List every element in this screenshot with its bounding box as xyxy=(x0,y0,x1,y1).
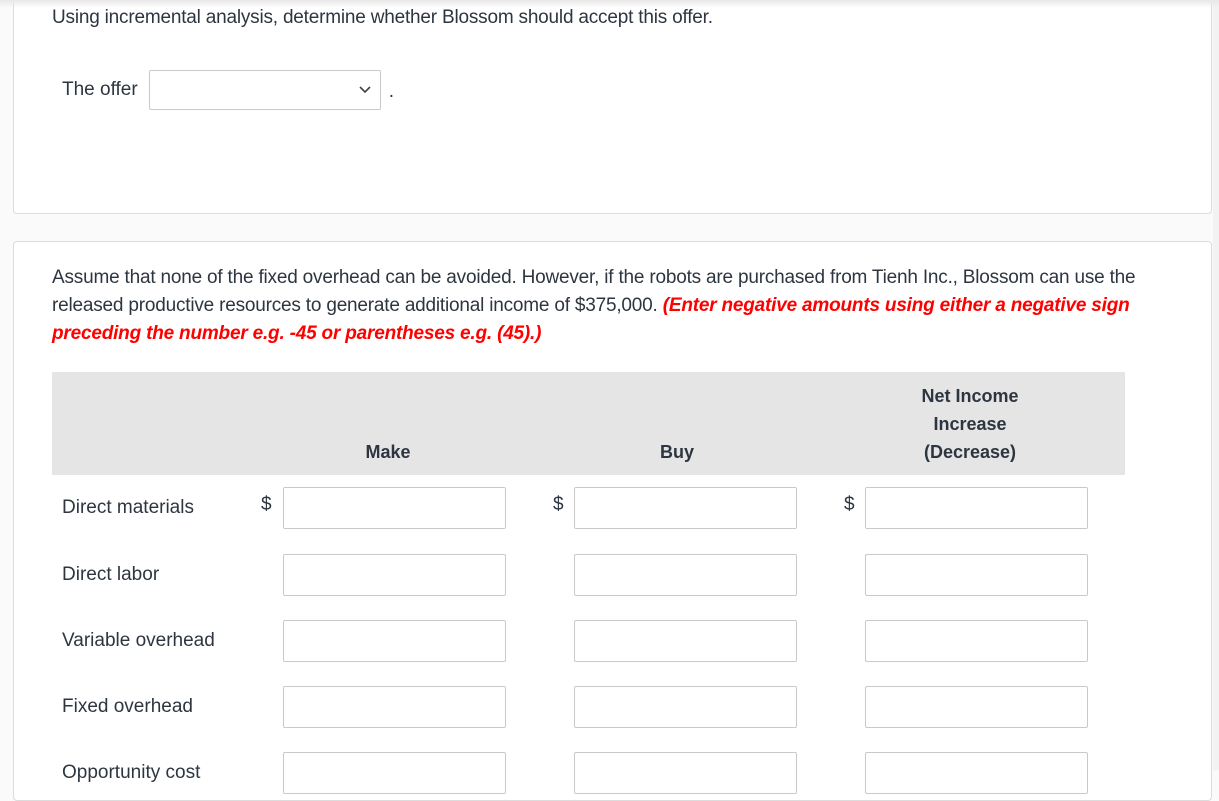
make-input[interactable] xyxy=(283,686,506,728)
table-row-fixed-overhead: Fixed overhead xyxy=(52,686,1125,728)
column-header-make: Make xyxy=(365,442,411,462)
table-row-direct-materials: Direct materials $ $ $ xyxy=(52,487,1125,529)
net-header-line-1: Net Income xyxy=(921,386,1019,406)
offer-period: . xyxy=(388,81,394,102)
question-card-incremental: Assume that none of the fixed overhead c… xyxy=(13,241,1212,801)
make-input[interactable] xyxy=(283,554,506,596)
offer-row: The offer . xyxy=(62,70,394,110)
question-prompt: Using incremental analysis, determine wh… xyxy=(52,7,713,28)
buy-input[interactable] xyxy=(574,620,797,662)
column-header-buy: Buy xyxy=(659,442,694,462)
row-label: Direct labor xyxy=(62,564,160,585)
question-card-offer: Using incremental analysis, determine wh… xyxy=(13,0,1212,214)
row-label: Opportunity cost xyxy=(62,762,201,783)
table-row-opportunity-cost: Opportunity cost xyxy=(52,752,1125,794)
make-input[interactable] xyxy=(283,752,506,794)
table-row-direct-labor: Direct labor xyxy=(52,554,1125,596)
row-label: Direct materials xyxy=(62,497,194,518)
make-input[interactable] xyxy=(283,620,506,662)
currency-symbol: $ xyxy=(261,494,272,515)
scrollbar[interactable] xyxy=(1213,0,1219,770)
offer-select[interactable] xyxy=(148,70,381,110)
currency-symbol: $ xyxy=(553,494,564,515)
make-input[interactable] xyxy=(283,487,506,529)
net-header-line-3: (Decrease) xyxy=(923,442,1017,462)
net-income-input[interactable] xyxy=(865,686,1088,728)
net-header-line-2: Increase xyxy=(933,414,1007,434)
net-income-input[interactable] xyxy=(865,752,1088,794)
offer-label: The offer xyxy=(62,79,138,100)
net-income-input[interactable] xyxy=(865,554,1088,596)
net-income-input[interactable] xyxy=(865,620,1088,662)
buy-input[interactable] xyxy=(574,686,797,728)
net-income-input[interactable] xyxy=(865,487,1088,529)
buy-input[interactable] xyxy=(574,752,797,794)
currency-symbol: $ xyxy=(844,494,855,515)
top-shadow xyxy=(0,0,1219,8)
row-label: Fixed overhead xyxy=(62,696,193,717)
chevron-down-icon xyxy=(359,86,371,94)
buy-input[interactable] xyxy=(574,487,797,529)
buy-input[interactable] xyxy=(574,554,797,596)
question-paragraph: Assume that none of the fixed overhead c… xyxy=(52,264,1162,348)
row-label: Variable overhead xyxy=(62,630,215,651)
table-row-variable-overhead: Variable overhead xyxy=(52,620,1125,662)
column-header-net-income: Net Income Increase (Decrease) xyxy=(900,382,1040,466)
table-header: Make Buy Net Income Increase (Decrease) xyxy=(52,372,1125,475)
